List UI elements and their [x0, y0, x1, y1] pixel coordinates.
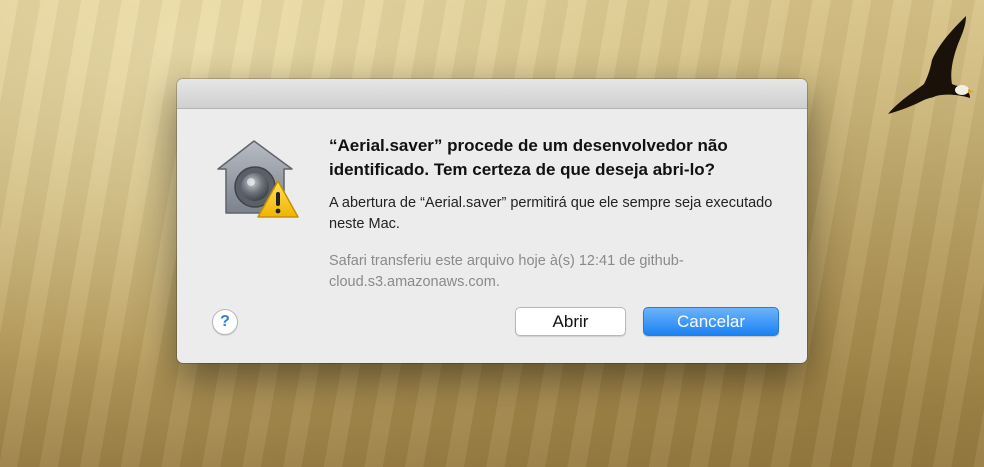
- alert-title: “Aerial.saver” procede de um desenvolved…: [329, 136, 728, 179]
- alert-message: A abertura de “Aerial.saver” permitirá q…: [329, 195, 773, 232]
- help-button[interactable]: ?: [212, 309, 238, 335]
- download-source-info: Safari transferiu este arquivo hoje à(s)…: [329, 253, 684, 290]
- open-button[interactable]: Abrir: [515, 307, 626, 336]
- dialog-titlebar[interactable]: [177, 79, 807, 109]
- eagle-wallpaper-image: [888, 16, 974, 114]
- cancel-button[interactable]: Cancelar: [643, 307, 779, 336]
- gatekeeper-warning-icon: [217, 140, 299, 218]
- unidentified-developer-alert: “Aerial.saver” procede de um desenvolved…: [177, 79, 807, 363]
